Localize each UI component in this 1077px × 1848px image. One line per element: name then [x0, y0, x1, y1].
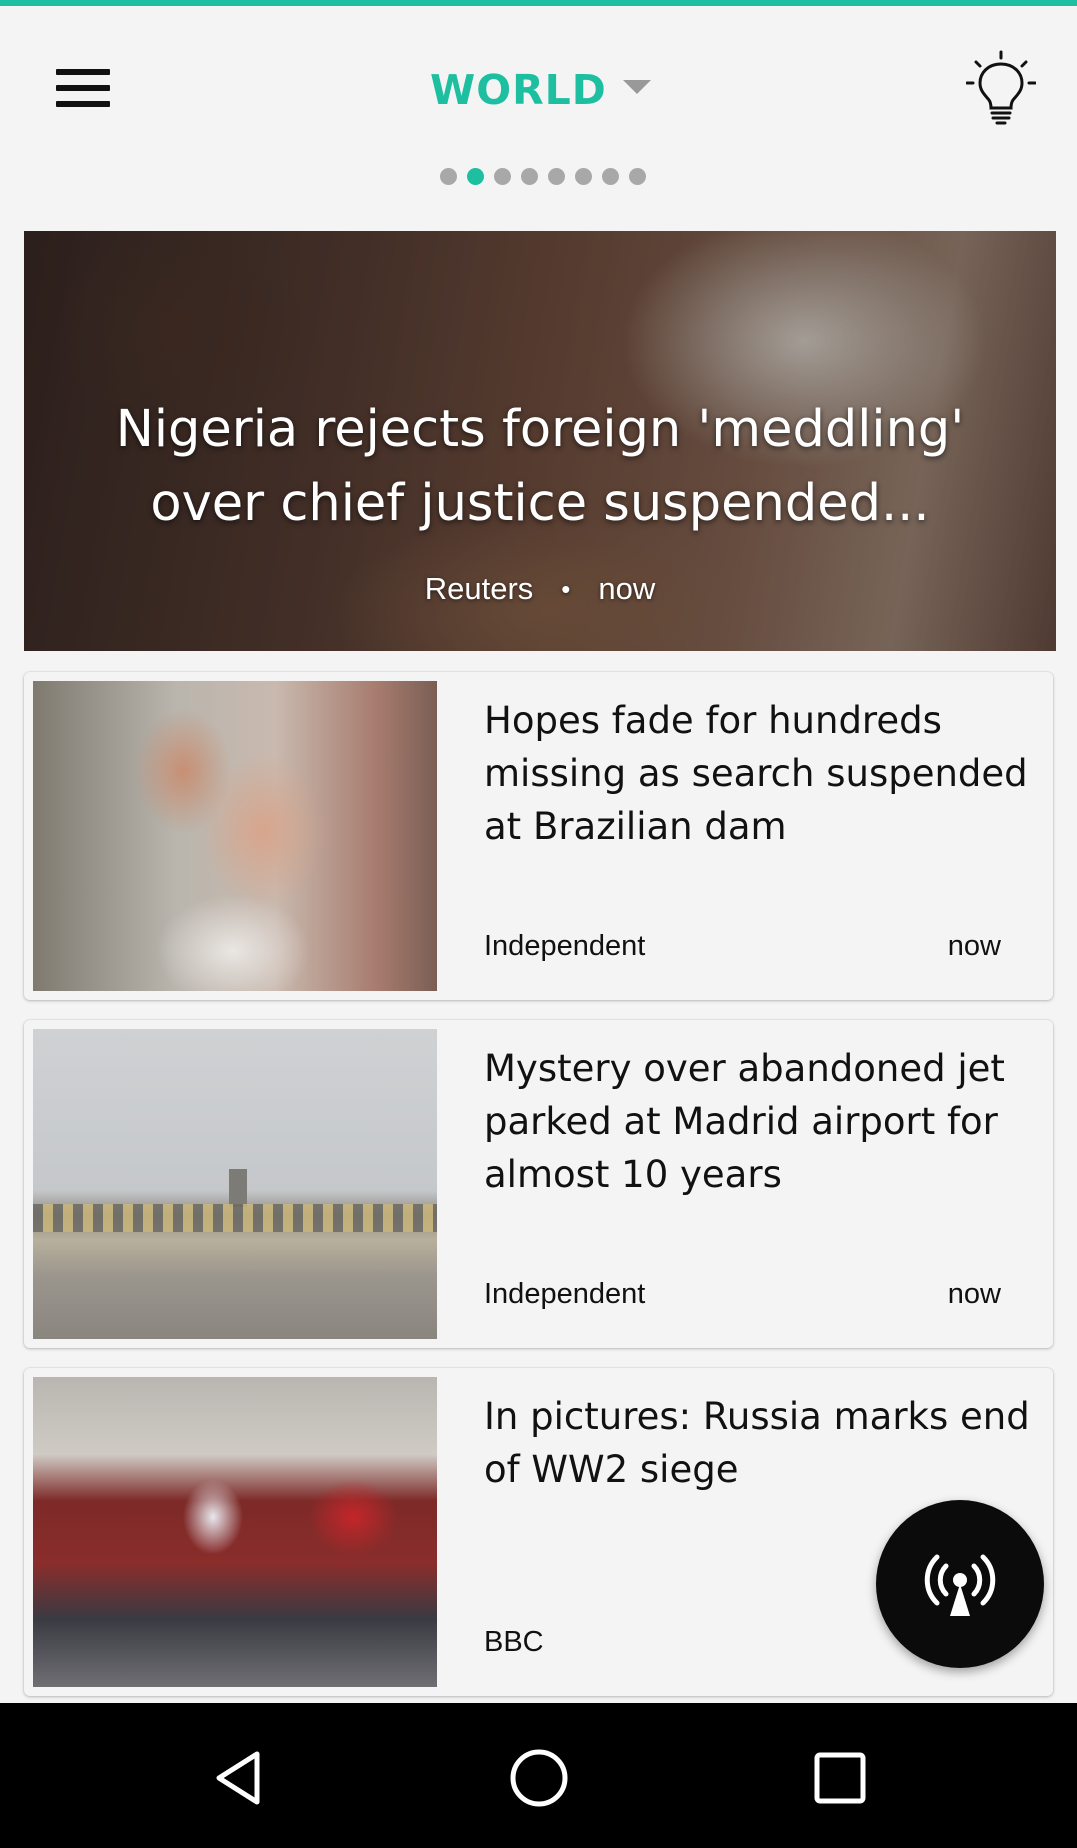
hero-meta: Reuters • now: [24, 571, 1056, 607]
menu-line: [56, 101, 110, 107]
article-time: now: [947, 1278, 1001, 1310]
hamburger-menu-icon[interactable]: [46, 58, 120, 118]
hero-time: now: [598, 571, 656, 606]
broadcast-antenna-icon: [924, 1554, 996, 1616]
page-dot-active: [467, 168, 484, 185]
article-source: Independent: [484, 1278, 646, 1310]
section-selector[interactable]: WORLD: [430, 58, 651, 122]
page-indicator: [4, 168, 1077, 185]
article-thumbnail: [33, 1029, 437, 1339]
article-card[interactable]: Mystery over abandoned jet parked at Mad…: [24, 1020, 1053, 1348]
page-dot: [494, 168, 511, 185]
system-navigation-bar: [0, 1703, 1077, 1848]
back-triangle-icon[interactable]: [196, 1733, 286, 1823]
article-source: Independent: [484, 930, 646, 962]
article-card[interactable]: Hopes fade for hundreds missing as searc…: [24, 672, 1053, 1000]
recents-square-icon[interactable]: [795, 1733, 885, 1823]
article-thumbnail: [33, 1377, 437, 1687]
section-title: WORLD: [430, 66, 607, 114]
meta-separator: •: [561, 573, 571, 604]
page-dot: [548, 168, 565, 185]
menu-line: [56, 69, 110, 75]
article-source: BBC: [484, 1626, 544, 1658]
page-dot: [440, 168, 457, 185]
article-title: Hopes fade for hundreds missing as searc…: [484, 699, 1028, 848]
live-radio-button[interactable]: [876, 1500, 1044, 1668]
hero-source: Reuters: [424, 571, 534, 606]
article-title: Mystery over abandoned jet parked at Mad…: [484, 1047, 1005, 1196]
page-dot: [521, 168, 538, 185]
lightbulb-icon[interactable]: [965, 50, 1037, 126]
hero-article[interactable]: Nigeria rejects foreign 'meddling' over …: [24, 231, 1056, 651]
article-time: now: [947, 930, 1001, 962]
menu-line: [56, 85, 110, 91]
page-dot: [602, 168, 619, 185]
caret-down-icon: [622, 80, 651, 94]
page-dot: [629, 168, 646, 185]
home-circle-icon[interactable]: [494, 1733, 584, 1823]
article-title: In pictures: Russia marks end of WW2 sie…: [484, 1395, 1030, 1491]
page-dot: [575, 168, 592, 185]
app-bar: WORLD: [0, 6, 1077, 156]
article-thumbnail: [33, 681, 437, 991]
hero-title: Nigeria rejects foreign 'meddling' over …: [115, 400, 965, 533]
